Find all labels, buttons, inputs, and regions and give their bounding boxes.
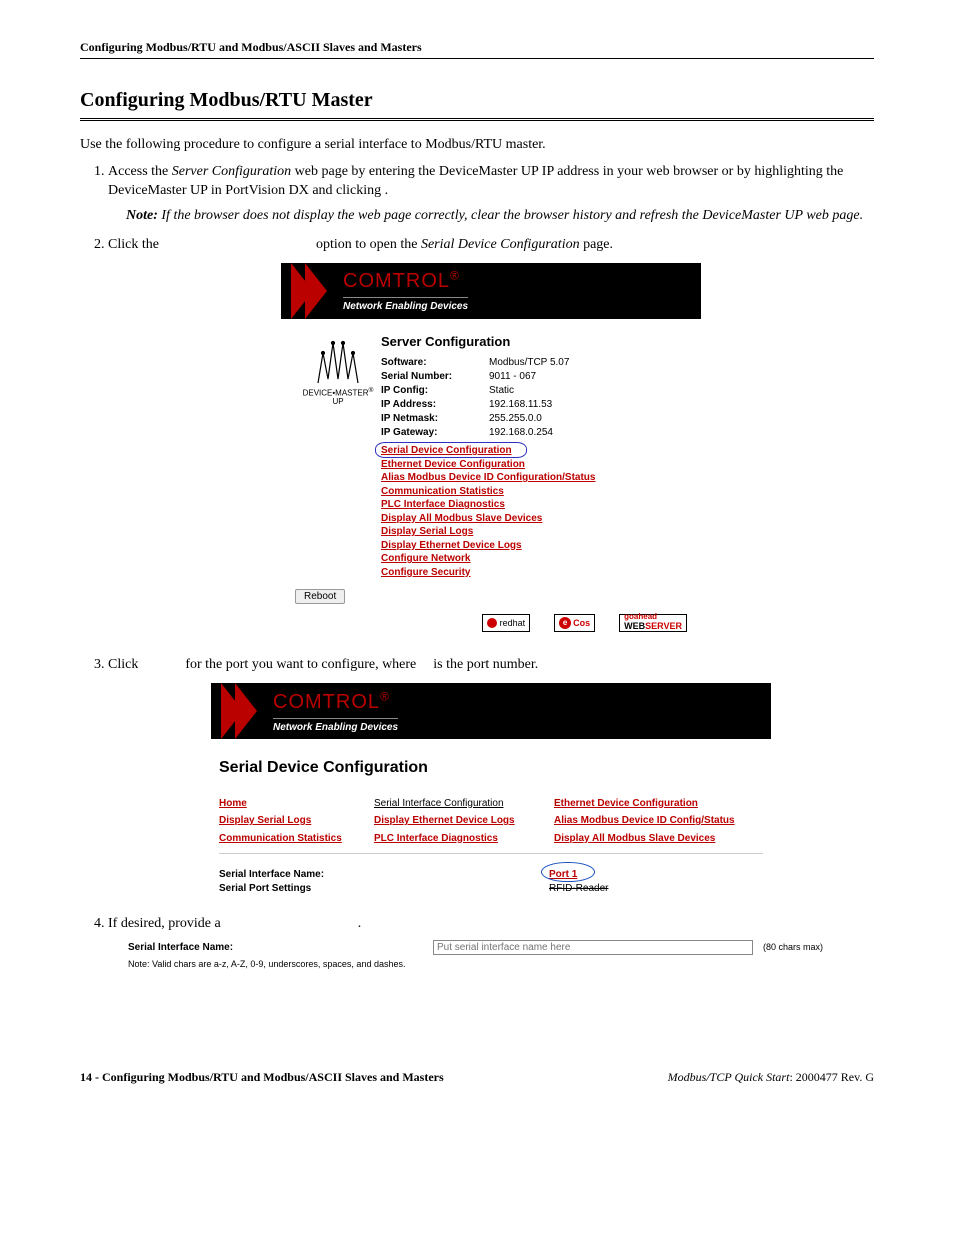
link-serial-device-config[interactable]: Serial Device Configuration — [381, 444, 687, 458]
step-2-text-a: Click the — [108, 237, 162, 252]
comtrol-header: COMTROL® Network Enabling Devices — [281, 263, 701, 319]
footer-page-number: 14 - — [80, 1070, 102, 1084]
webserver-badge: goahead WEBSERVER — [619, 614, 687, 632]
footer-doc-title: Modbus/TCP Quick Start — [668, 1070, 790, 1084]
serial-device-config-heading: Serial Device Configuration — [219, 757, 763, 779]
kv-key: Software: — [381, 356, 489, 370]
serial-interface-name-form: Serial Interface Name: (80 chars max) No… — [128, 940, 874, 970]
kv-key: IP Config: — [381, 384, 489, 398]
step-4-text-b: . — [358, 916, 362, 931]
badge-row: redhat eCos goahead WEBSERVER — [295, 614, 687, 632]
link-plc-diagnostics[interactable]: PLC Interface Diagnostics — [381, 498, 687, 512]
nav-display-serial-logs[interactable]: Display Serial Logs — [219, 814, 374, 828]
nav-ethernet-device-config[interactable]: Ethernet Device Configuration — [554, 797, 763, 811]
step-4: If desired, provide a . Serial Interface… — [108, 915, 874, 970]
step-2-text-c: page. — [580, 237, 613, 252]
note-label: Note: — [126, 208, 158, 223]
nav-alias-modbus-config[interactable]: Alias Modbus Device ID Config/Status — [554, 814, 763, 828]
valid-chars-note: Note: Valid chars are a-z, A-Z, 0-9, und… — [128, 958, 874, 970]
nav-display-modbus-slaves[interactable]: Display All Modbus Slave Devices — [554, 832, 763, 846]
serial-port-settings-label: Serial Port Settings — [219, 882, 549, 896]
server-config-heading: Server Configuration — [381, 333, 687, 351]
section-title: Configuring Modbus/RTU Master — [80, 89, 874, 121]
step-3-text-c: is the port number. — [433, 657, 538, 672]
port-1-link[interactable]: Port 1 — [549, 869, 577, 880]
procedure-list: Access the Server Configuration web page… — [80, 163, 874, 970]
devicemaster-logo: DEVICE•MASTER® UP — [295, 329, 381, 580]
comtrol-header: COMTROL® Network Enabling Devices — [211, 683, 771, 739]
link-configure-security[interactable]: Configure Security — [381, 566, 687, 580]
step-1: Access the Server Configuration web page… — [108, 163, 874, 226]
kv-val: 192.168.0.254 — [489, 426, 553, 440]
step-2-italic: Serial Device Configuration — [421, 237, 580, 252]
note-text: If the browser does not display the web … — [161, 208, 863, 223]
kv-val: 9011 - 067 — [489, 370, 536, 384]
reboot-button[interactable]: Reboot — [295, 589, 345, 604]
comtrol-chevron-icon — [291, 263, 337, 319]
link-display-serial-logs[interactable]: Display Serial Logs — [381, 525, 687, 539]
footer-chapter-title: Configuring Modbus/RTU and Modbus/ASCII … — [102, 1070, 444, 1084]
kv-val: Modbus/TCP 5.07 — [489, 356, 569, 370]
kv-val: Static — [489, 384, 514, 398]
step-3-text-b: for the port you want to configure, wher… — [185, 657, 419, 672]
link-comm-stats[interactable]: Communication Statistics — [381, 485, 687, 499]
server-config-links: Serial Device Configuration Ethernet Dev… — [381, 444, 687, 579]
nav-plc-diagnostics[interactable]: PLC Interface Diagnostics — [374, 832, 554, 846]
comtrol-brand: COMTROL® — [273, 691, 390, 713]
nav-link-grid: Home Serial Interface Configuration Ethe… — [219, 797, 763, 855]
redhat-icon — [487, 618, 497, 628]
comtrol-tagline: Network Enabling Devices — [343, 297, 468, 314]
kv-key: IP Gateway: — [381, 426, 489, 440]
step-1-text-a: Access the — [108, 164, 172, 179]
ecos-icon: e — [559, 617, 571, 629]
link-alias-modbus[interactable]: Alias Modbus Device ID Configuration/Sta… — [381, 471, 687, 485]
comtrol-chevron-icon — [221, 683, 267, 739]
ecos-badge: eCos — [554, 614, 595, 632]
serial-interface-name-input[interactable] — [433, 940, 753, 955]
nav-home[interactable]: Home — [219, 797, 374, 811]
rfid-reader-value: RFID-Reader — [549, 883, 608, 894]
step-4-text-a: If desired, provide a — [108, 916, 224, 931]
server-config-screenshot: COMTROL® Network Enabling Devices — [281, 263, 701, 647]
step-1-text-c: . — [385, 183, 389, 198]
step-2: Click the option to open the Serial Devi… — [108, 236, 874, 646]
redhat-badge: redhat — [482, 614, 531, 632]
step-3-text-a: Click — [108, 657, 142, 672]
running-header: Configuring Modbus/RTU and Modbus/ASCII … — [80, 40, 874, 59]
char-max-hint: (80 chars max) — [763, 941, 823, 953]
kv-val: 192.168.11.53 — [489, 398, 552, 412]
link-ethernet-device-config[interactable]: Ethernet Device Configuration — [381, 458, 687, 472]
intro-paragraph: Use the following procedure to configure… — [80, 137, 874, 153]
link-display-ethernet-logs[interactable]: Display Ethernet Device Logs — [381, 539, 687, 553]
link-display-modbus-slaves[interactable]: Display All Modbus Slave Devices — [381, 512, 687, 526]
comtrol-tagline: Network Enabling Devices — [273, 718, 398, 735]
nav-comm-stats[interactable]: Communication Statistics — [219, 832, 374, 846]
devicemaster-mark-icon — [308, 333, 368, 385]
step-2-text-b: option to open the — [316, 237, 421, 252]
serial-interface-name-label: Serial Interface Name: — [219, 868, 549, 882]
kv-key: IP Address: — [381, 398, 489, 412]
footer-doc-rev: : 2000477 Rev. G — [789, 1070, 874, 1084]
kv-val: 255.255.0.0 — [489, 412, 542, 426]
link-configure-network[interactable]: Configure Network — [381, 552, 687, 566]
serial-device-config-screenshot: COMTROL® Network Enabling Devices Serial… — [211, 683, 771, 905]
page-footer: 14 - Configuring Modbus/RTU and Modbus/A… — [80, 1070, 874, 1085]
step-1-italic: Server Configuration — [172, 164, 291, 179]
kv-key: Serial Number: — [381, 370, 489, 384]
step-3: Click for the port you want to configure… — [108, 656, 874, 905]
kv-key: IP Netmask: — [381, 412, 489, 426]
step-1-note: Note: If the browser does not display th… — [126, 207, 874, 226]
nav-serial-interface-config: Serial Interface Configuration — [374, 797, 554, 811]
nav-display-ethernet-logs[interactable]: Display Ethernet Device Logs — [374, 814, 554, 828]
form-serial-interface-name-label: Serial Interface Name: — [128, 941, 433, 955]
comtrol-brand: COMTROL® — [343, 270, 460, 292]
